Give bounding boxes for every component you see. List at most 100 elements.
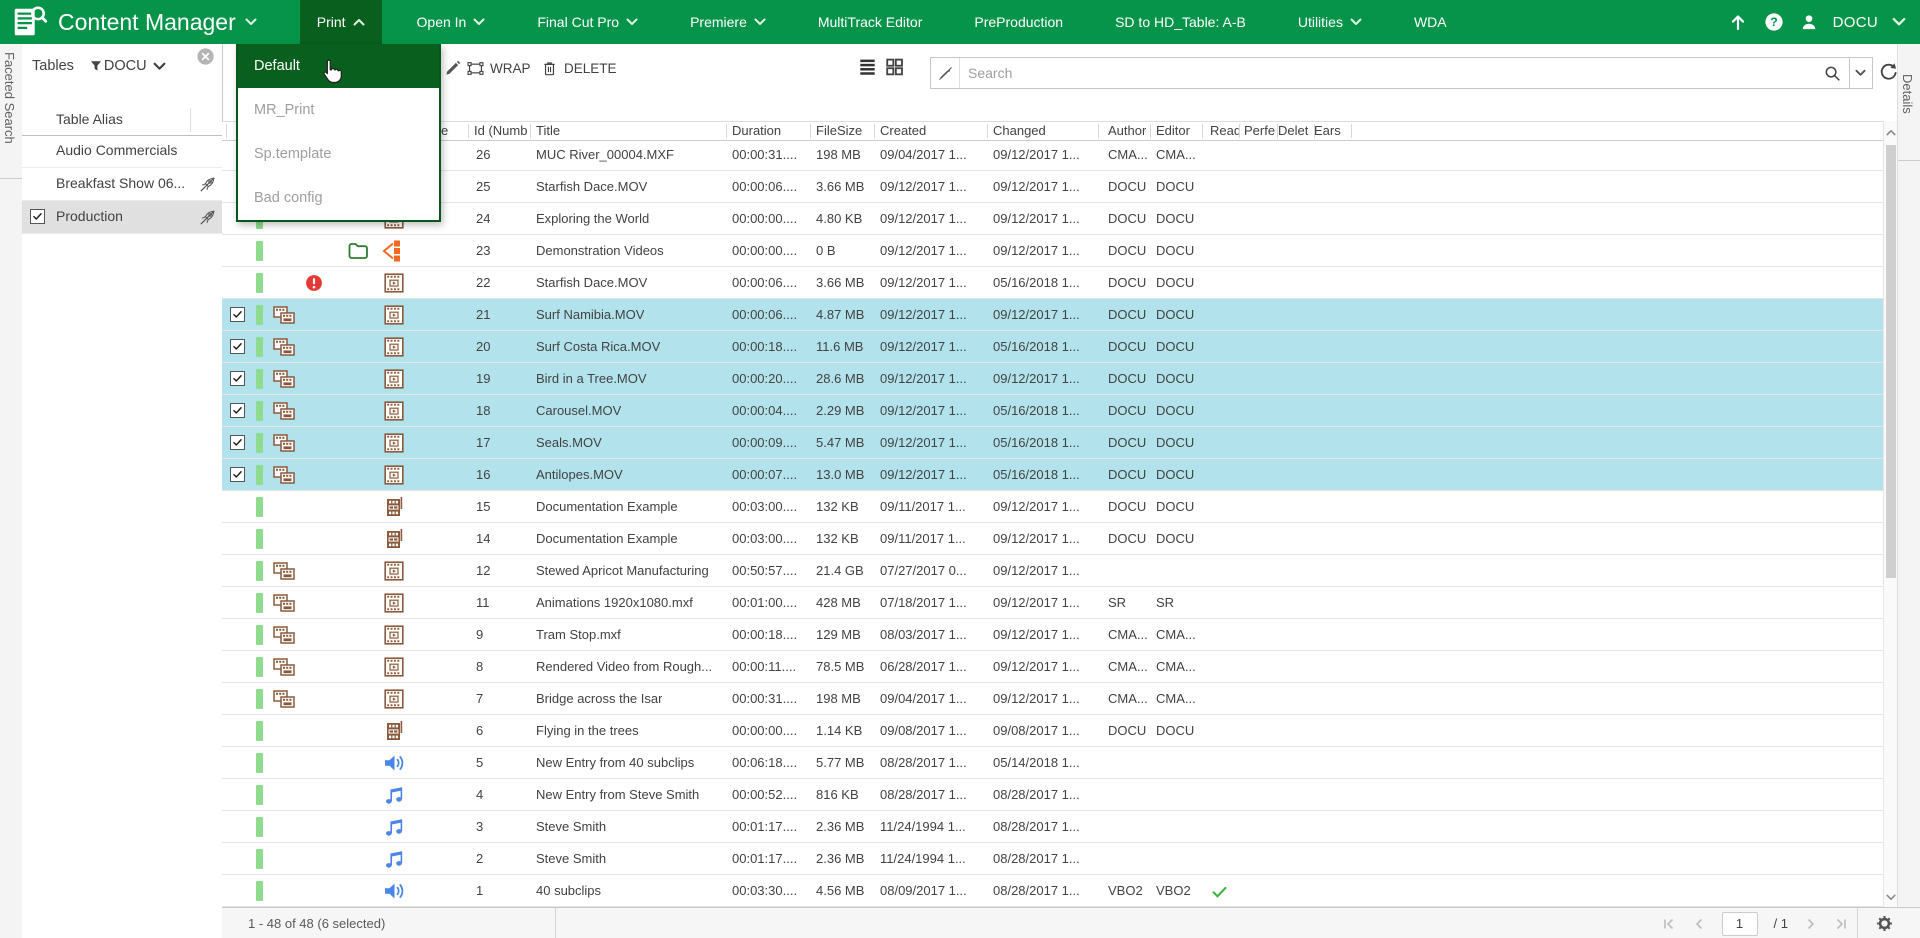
table-row[interactable]: 22 Starfish Dace.MOV 00:00:06.... 3.66 M… [222, 267, 1884, 299]
row-checkbox[interactable] [230, 307, 245, 322]
menubar-item[interactable]: MultiTrack Editor [801, 0, 940, 44]
table-alias-row[interactable]: Audio Commercials [22, 135, 222, 168]
edit-pencil-icon[interactable] [443, 58, 463, 78]
header-ears[interactable]: Ears [1314, 123, 1348, 138]
scroll-down-icon[interactable] [1886, 894, 1896, 901]
grid-view-icon[interactable] [883, 55, 906, 78]
close-icon[interactable] [197, 48, 214, 65]
rocket-slash-icon[interactable] [199, 209, 216, 226]
header-filesize[interactable]: FileSize [816, 123, 862, 138]
user-name[interactable]: DOCU [1833, 14, 1878, 31]
search-icon[interactable] [1823, 64, 1842, 83]
header-duration[interactable]: Duration [732, 123, 781, 138]
table-row[interactable]: 8 Rendered Video from Rough... 00:00:11.… [222, 651, 1884, 683]
header-perf[interactable]: Perfe [1244, 123, 1276, 138]
rocket-slash-icon[interactable] [199, 176, 216, 193]
filter-chevron-down-icon[interactable] [153, 62, 166, 71]
table-row[interactable]: 14 Documentation Example 00:03:00.... 13… [222, 523, 1884, 555]
alias-checkbox[interactable] [30, 209, 45, 224]
row-checkbox[interactable] [230, 435, 245, 450]
menubar-item[interactable]: WDA [1397, 0, 1464, 44]
table-alias-header[interactable]: Table Alias [22, 105, 222, 136]
header-changed[interactable]: Changed [993, 123, 1046, 138]
app-title[interactable]: Content Manager [58, 9, 236, 36]
menubar-item[interactable]: Open In [400, 0, 503, 44]
list-view-icon[interactable] [856, 55, 879, 78]
faceted-search-tab[interactable]: Faceted Search [2, 52, 17, 144]
wrap-button[interactable]: WRAP [466, 54, 531, 82]
cell-author: DOCU [1108, 243, 1146, 258]
table-row[interactable]: 21 Surf Namibia.MOV 00:00:06.... 4.87 MB… [222, 299, 1884, 331]
table-row[interactable]: 4 New Entry from Steve Smith 00:00:52...… [222, 779, 1884, 811]
menubar-item[interactable]: SD to HD_Table: A-B [1098, 0, 1263, 44]
table-row[interactable]: 20 Surf Costa Rica.MOV 00:00:18.... 11.6… [222, 331, 1884, 363]
help-icon[interactable] [1763, 11, 1785, 33]
table-row[interactable]: 17 Seals.MOV 00:00:09.... 5.47 MB 09/12/… [222, 427, 1884, 459]
header-id[interactable]: Id (Numb [474, 123, 528, 138]
cell-title: Stewed Apricot Manufacturing [536, 563, 709, 578]
table-row[interactable]: 25 Starfish Dace.MOV 00:00:06.... 3.66 M… [222, 171, 1884, 203]
header-delet[interactable]: Delet [1278, 123, 1310, 138]
details-tab[interactable]: Details [1900, 74, 1915, 114]
table-row[interactable]: 1 40 subclips 00:03:30.... 4.56 MB 08/09… [222, 875, 1884, 907]
upload-arrow-icon[interactable] [1727, 11, 1749, 33]
header-type[interactable]: e [441, 123, 448, 138]
row-checkbox[interactable] [230, 403, 245, 418]
wand-icon[interactable] [931, 58, 960, 88]
row-checkbox[interactable] [230, 467, 245, 482]
table-row[interactable]: 15 Documentation Example 00:03:00.... 13… [222, 491, 1884, 523]
search-input[interactable] [960, 65, 1823, 81]
app-title-chevron-down-icon[interactable] [245, 18, 257, 26]
next-page-icon[interactable] [1804, 917, 1818, 931]
print-menu-item[interactable]: Default [238, 44, 439, 88]
table-row[interactable]: 23 Demonstration Videos 00:00:00.... 0 B… [222, 235, 1884, 267]
settings-gear-icon[interactable] [1875, 914, 1894, 933]
cell-author: CMA... [1108, 691, 1148, 706]
menubar-item[interactable]: Utilities [1281, 0, 1379, 44]
table-row[interactable]: 3 Steve Smith 00:01:17.... 2.36 MB 11/24… [222, 811, 1884, 843]
page-number-input[interactable]: 1 [1722, 912, 1758, 936]
print-menu-item[interactable]: Bad config [238, 176, 439, 220]
table-alias-row[interactable]: Breakfast Show 06... [22, 168, 222, 201]
scrollbar-thumb[interactable] [1886, 145, 1896, 578]
filter-icon[interactable] [90, 60, 102, 72]
row-checkbox[interactable] [230, 339, 245, 354]
print-menu-item[interactable]: Sp.template [238, 132, 439, 176]
table-row[interactable]: 5 New Entry from 40 subclips 00:06:18...… [222, 747, 1884, 779]
header-author[interactable]: Author [1108, 123, 1146, 138]
table-row[interactable]: 9 Tram Stop.mxf 00:00:18.... 129 MB 08/0… [222, 619, 1884, 651]
search-options-button[interactable] [1848, 57, 1873, 89]
print-menu-item[interactable]: MR_Print [238, 88, 439, 132]
table-row[interactable]: 12 Stewed Apricot Manufacturing 00:50:57… [222, 555, 1884, 587]
table-alias-row[interactable]: Production [22, 201, 222, 234]
header-read[interactable]: Read [1210, 123, 1239, 138]
delete-button[interactable]: DELETE [540, 54, 617, 82]
table-row[interactable]: 11 Animations 1920x1080.mxf 00:01:00....… [222, 587, 1884, 619]
menubar-item[interactable]: PreProduction [957, 0, 1080, 44]
user-chevron-down-icon[interactable] [1892, 17, 1906, 27]
refresh-icon[interactable] [1878, 61, 1899, 82]
table-row[interactable]: 2 Steve Smith 00:01:17.... 2.36 MB 11/24… [222, 843, 1884, 875]
header-created[interactable]: Created [880, 123, 926, 138]
header-editor[interactable]: Editor [1156, 123, 1190, 138]
table-row[interactable]: 24 Exploring the World 00:00:00.... 4.80… [222, 203, 1884, 235]
menubar-item[interactable]: Premiere [673, 0, 783, 44]
table-row[interactable]: 19 Bird in a Tree.MOV 00:00:20.... 28.6 … [222, 363, 1884, 395]
table-row[interactable]: 26 MUC River_00004.MXF 00:00:31.... 198 … [222, 139, 1884, 171]
tables-filter-value[interactable]: DOCU [104, 58, 147, 74]
table-row[interactable]: 18 Carousel.MOV 00:00:04.... 2.29 MB 09/… [222, 395, 1884, 427]
table-row[interactable]: 16 Antilopes.MOV 00:00:07.... 13.0 MB 09… [222, 459, 1884, 491]
table-row[interactable]: 7 Bridge across the Isar 00:00:31.... 19… [222, 683, 1884, 715]
last-page-icon[interactable] [1834, 917, 1848, 931]
menubar-item[interactable]: Final Cut Pro [520, 0, 655, 44]
scroll-up-icon[interactable] [1886, 129, 1896, 136]
vertical-scrollbar[interactable] [1883, 121, 1898, 907]
menubar-item[interactable]: Print [300, 0, 382, 44]
table-row[interactable]: 6 Flying in the trees 00:00:00.... 1.14 … [222, 715, 1884, 747]
user-icon[interactable] [1799, 12, 1819, 32]
prev-page-icon[interactable] [1692, 917, 1706, 931]
cell-id: 11 [476, 595, 490, 610]
row-checkbox[interactable] [230, 371, 245, 386]
header-title[interactable]: Title [536, 123, 560, 138]
first-page-icon[interactable] [1662, 917, 1676, 931]
